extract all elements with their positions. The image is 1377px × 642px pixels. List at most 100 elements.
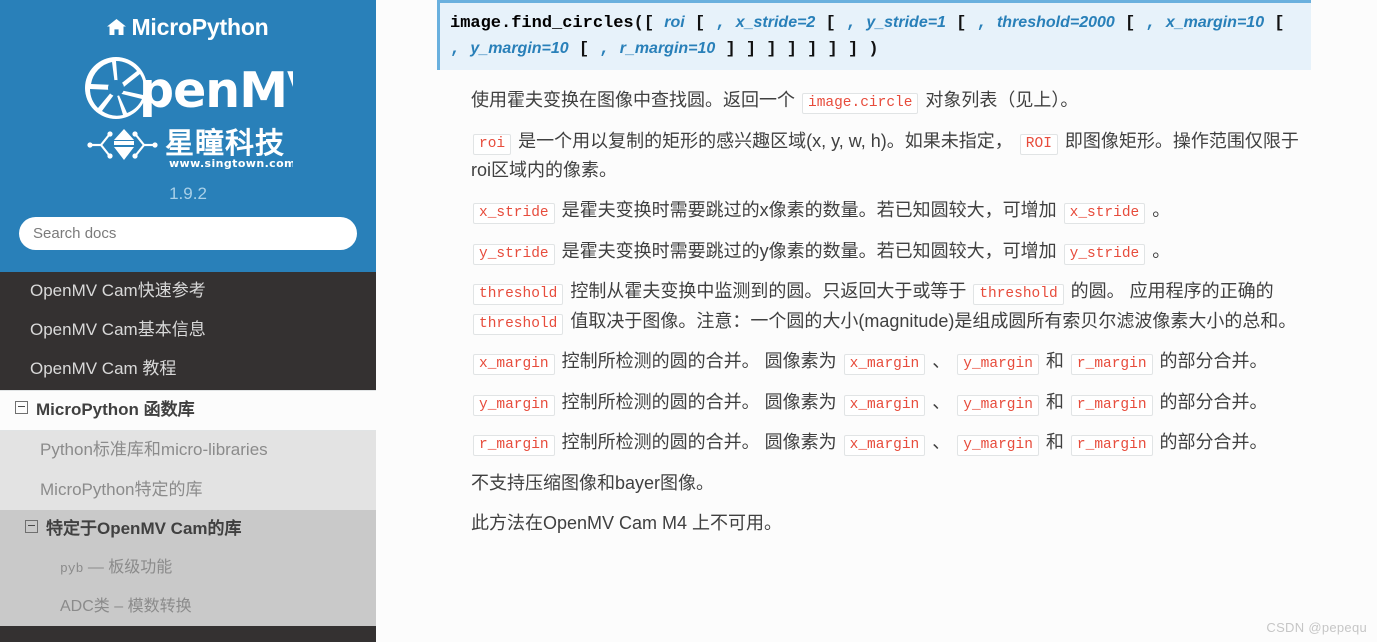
- sidebar-header: MicroPython penM 星瞳科技 www.singtown.com 1…: [0, 0, 376, 272]
- home-icon: [107, 15, 127, 43]
- paragraph-text: 不支持压缩图像和bayer图像。: [471, 472, 715, 493]
- openmv-logo-svg: penMV: [85, 56, 293, 170]
- inline-code-y_margin: y_margin: [957, 354, 1039, 376]
- inline-code-x_stride: x_stride: [473, 203, 555, 225]
- signature-bracket: ]: [725, 39, 736, 59]
- paragraph-text: 使用霍夫变换在图像中查找圆。返回一个: [471, 90, 800, 111]
- paragraph-text: 和: [1040, 391, 1069, 412]
- inline-code-y_stride: y_stride: [473, 243, 555, 265]
- sidebar-item-label: MicroPython特定的库: [40, 479, 203, 499]
- inline-code-image.circle: image.circle: [802, 93, 919, 115]
- inline-code-y_stride: y_stride: [1063, 243, 1146, 265]
- signature-bracket: ]: [786, 39, 797, 59]
- sidebar-item-0[interactable]: OpenMV Cam快速参考: [0, 271, 376, 311]
- paragraph-r_margin: r_margin 控制所检测的圆的合并。 圆像素为 x_margin 、 y_m…: [376, 428, 1377, 457]
- paragraph-text: 和: [1040, 432, 1069, 453]
- inline-code-r_margin: r_margin: [1070, 354, 1153, 376]
- signature-bracket: [: [825, 14, 836, 33]
- paragraph-text: 。: [1147, 240, 1171, 261]
- signature-punct: ,: [1145, 14, 1156, 33]
- signature-param: roi: [664, 14, 685, 31]
- sidebar-item-4[interactable]: Python标准库和micro-libraries: [0, 431, 376, 471]
- sidebar-nav: OpenMV Cam快速参考 OpenMV Cam基本信息 OpenMV Cam 教…: [0, 271, 376, 626]
- signature-function-name: image.find_circles: [450, 14, 634, 33]
- signature-close-paren: ): [868, 39, 879, 59]
- paragraph-x_stride: x_stride 是霍夫变换时需要跳过的x像素的数量。若已知圆较大，可增加 x_…: [376, 196, 1377, 225]
- sidebar-item-label: 特定于OpenMV Cam的库: [46, 518, 242, 538]
- sidebar-item-label: Python标准库和micro-libraries: [40, 440, 268, 460]
- paragraph-text: 是霍夫变换时需要跳过的x像素的数量。若已知圆较大，可增加: [556, 200, 1062, 221]
- paragraph-text: 、: [927, 351, 956, 372]
- signature-bracket: ]: [847, 39, 859, 59]
- signature-param: x_stride=2: [735, 14, 816, 31]
- inline-code-roi: roi: [473, 133, 512, 155]
- paragraph-text: 控制所检测的圆的合并。 圆像素为: [556, 351, 842, 372]
- inline-code-r_margin: r_margin: [1070, 435, 1153, 457]
- inline-code-r_margin: r_margin: [1070, 394, 1153, 416]
- sidebar-item-5[interactable]: MicroPython特定的库: [0, 470, 376, 510]
- sidebar-item-7[interactable]: pyb — 板级功能: [0, 549, 376, 588]
- inline-code-x_margin: x_margin: [843, 394, 926, 416]
- paragraph-text: 的部分合并。: [1154, 351, 1268, 372]
- paragraph-roi: roi 是一个用以复制的矩形的感兴趣区域(x, y, w, h)。如果未指定， …: [376, 127, 1377, 186]
- svg-text:星瞳科技: 星瞳科技: [165, 126, 285, 160]
- sidebar-item-label: MicroPython 函数库: [36, 399, 195, 419]
- sidebar-item-mono-token: pyb: [60, 561, 84, 577]
- inline-code-threshold: threshold: [973, 284, 1064, 306]
- inline-code-x_margin: x_margin: [843, 435, 926, 457]
- signature-bracket: [: [643, 14, 655, 33]
- function-signature: image.find_circles([ roi [ , x_stride=2 …: [437, 0, 1311, 71]
- signature-punct: ,: [976, 14, 987, 33]
- signature-punct: ,: [715, 14, 726, 33]
- sidebar-item-label: OpenMV Cam 教程: [30, 359, 177, 379]
- paragraph-threshold: threshold 控制从霍夫变换中监测到的圆。只返回大于或等于 thresho…: [376, 277, 1377, 336]
- inline-code-x_margin: x_margin: [473, 354, 555, 376]
- brand-label: MicroPython: [131, 14, 269, 40]
- search-input[interactable]: [19, 216, 357, 250]
- sidebar-item-label: ADC类 – 模数转换: [60, 597, 192, 615]
- openmv-logo[interactable]: penMV: [0, 53, 376, 176]
- inline-code-y_margin: y_margin: [473, 394, 555, 416]
- signature-punct: ,: [845, 14, 857, 33]
- sidebar-item-label: OpenMV Cam基本信息: [30, 319, 206, 339]
- paragraph-text: 的部分合并。: [1154, 391, 1268, 412]
- svg-text:penMV: penMV: [139, 62, 293, 119]
- paragraph-text: 是霍夫变换时需要跳过的y像素的数量。若已知圆较大，可增加: [556, 240, 1062, 261]
- paragraph-text: 的圆。 应用程序的正确的: [1065, 281, 1274, 302]
- signature-bracket: ]: [827, 39, 838, 59]
- sidebar-item-8[interactable]: ADC类 – 模数转换: [0, 587, 376, 626]
- sidebar-item-6[interactable]: 特定于OpenMV Cam的库: [0, 509, 376, 550]
- brand-link[interactable]: MicroPython: [0, 14, 376, 43]
- paragraph-text: 、: [927, 391, 956, 412]
- collapse-toggle-icon[interactable]: [25, 519, 38, 533]
- paragraph-text: 控制所检测的圆的合并。 圆像素为: [556, 432, 842, 453]
- inline-code-threshold: threshold: [473, 313, 564, 335]
- sidebar-item-3[interactable]: MicroPython 函数库: [0, 389, 376, 432]
- signature-punct: ,: [450, 39, 461, 59]
- signature-bracket: [: [694, 14, 706, 33]
- paragraph-not-available-m4: 此方法在OpenMV Cam M4 上不可用。: [376, 509, 1377, 538]
- paragraph-y_margin: y_margin 控制所检测的圆的合并。 圆像素为 x_margin 、 y_m…: [376, 388, 1377, 417]
- signature-param: x_margin=10: [1165, 14, 1265, 31]
- paragraph-text: 控制所检测的圆的合并。 圆像素为: [556, 391, 842, 412]
- signature-bracket: [: [578, 39, 590, 59]
- inline-code-r_margin: r_margin: [473, 435, 555, 457]
- paragraph-text: 是一个用以复制的矩形的感兴趣区域(x, y, w, h)。如果未指定，: [513, 130, 1018, 151]
- sidebar-item-2[interactable]: OpenMV Cam 教程: [0, 350, 376, 390]
- inline-code-threshold: threshold: [473, 284, 564, 306]
- sidebar-item-1[interactable]: OpenMV Cam基本信息: [0, 310, 376, 351]
- signature-param: threshold=2000: [996, 14, 1115, 31]
- main-content: image.find_circles([ roi [ , x_stride=2 …: [376, 0, 1377, 642]
- signature-bracket: [: [1274, 14, 1285, 33]
- paragraph-text: 控制从霍夫变换中监测到的圆。只返回大于或等于: [565, 281, 972, 302]
- paragraph-text: 值取决于图像。注意：一个圆的大小(magnitude)是组成圆所有索贝尔滤波像素…: [565, 310, 1297, 331]
- signature-open-paren: (: [633, 14, 644, 33]
- paragraph-y_stride: y_stride 是霍夫变换时需要跳过的y像素的数量。若已知圆较大，可增加 y_…: [376, 237, 1377, 266]
- collapse-toggle-icon[interactable]: [15, 400, 28, 414]
- paragraph-text: 的部分合并。: [1154, 432, 1268, 453]
- signature-bracket: ]: [807, 39, 818, 59]
- paragraph-text: 、: [927, 432, 956, 453]
- watermark: CSDN @pepequ: [1266, 620, 1367, 635]
- inline-code-ROI: ROI: [1019, 133, 1058, 155]
- inline-code-y_margin: y_margin: [957, 394, 1039, 416]
